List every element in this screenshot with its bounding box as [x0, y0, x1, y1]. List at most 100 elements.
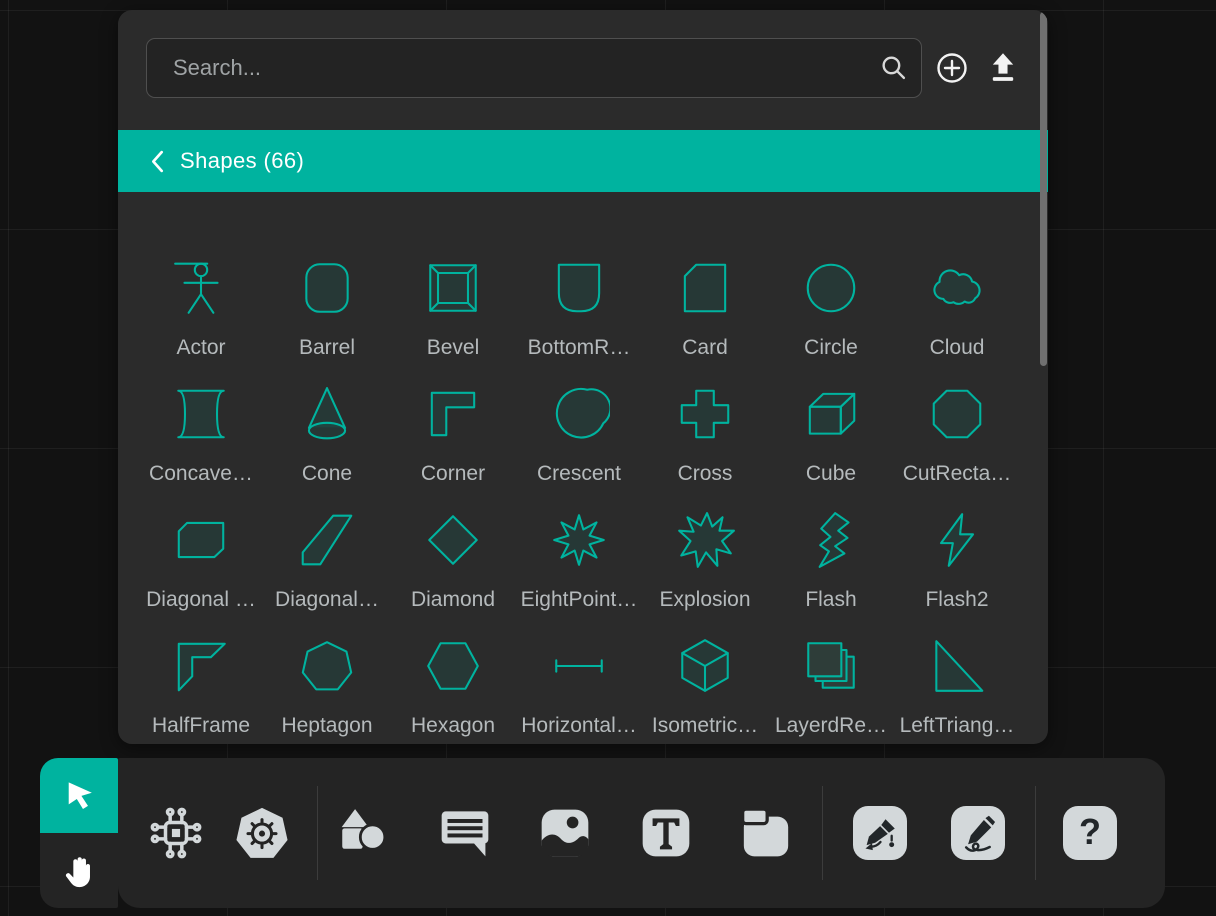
toolbar-separator: [822, 786, 823, 880]
crescent-shape-icon: [548, 378, 610, 450]
shape-label: Card: [682, 336, 728, 360]
shape-item-hexagon[interactable]: Hexagon: [390, 630, 516, 744]
shape-label: Barrel: [299, 336, 355, 360]
card-shape-icon: [674, 252, 736, 324]
pan-tool-button[interactable]: [40, 833, 118, 908]
text-tool-button[interactable]: [638, 805, 694, 861]
library-header: Shapes (66): [118, 130, 1048, 192]
shape-item-actor[interactable]: Actor: [138, 252, 264, 378]
shape-label: HalfFrame: [152, 714, 250, 738]
half-frame-shape-icon: [170, 630, 232, 702]
hexagon-shape-icon: [422, 630, 484, 702]
shape-item-diagonal-rounded-rectangle[interactable]: Diagonal …: [138, 504, 264, 630]
shape-item-cube[interactable]: Cube: [768, 378, 894, 504]
horizontal-line-shape-icon: [548, 630, 610, 702]
image-icon: [537, 805, 593, 861]
shape-label: Bevel: [427, 336, 480, 360]
shape-item-cone[interactable]: Cone: [264, 378, 390, 504]
bottom-rounded-rectangle-shape-icon: [548, 252, 610, 324]
flash2-shape-icon: [926, 504, 988, 576]
shape-label: Diagonal…: [275, 588, 379, 612]
concave-rectangle-shape-icon: [170, 378, 232, 450]
shape-item-corner[interactable]: Corner: [390, 378, 516, 504]
shape-item-eight-pointed-star[interactable]: EightPoint…: [516, 504, 642, 630]
edge-pen-tool-button[interactable]: [853, 806, 907, 860]
select-tool-button[interactable]: [40, 758, 118, 833]
shape-item-card[interactable]: Card: [642, 252, 768, 378]
shape-label: LayerdRe…: [775, 714, 887, 738]
toolbar-separator: [1035, 786, 1036, 880]
shape-item-crescent[interactable]: Crescent: [516, 378, 642, 504]
shape-item-diamond[interactable]: Diamond: [390, 504, 516, 630]
shape-item-bevel[interactable]: Bevel: [390, 252, 516, 378]
shapes-library-tool-button[interactable]: [337, 805, 393, 861]
shape-label: Cone: [302, 462, 352, 486]
back-button[interactable]: [148, 147, 167, 176]
chevron-left-icon: [150, 149, 165, 174]
shape-label: LeftTriang…: [900, 714, 1015, 738]
left-triangle-shape-icon: [926, 630, 988, 702]
search-bar: [146, 38, 922, 98]
shape-label: Horizontal…: [521, 714, 637, 738]
sketch-tool-button[interactable]: [951, 806, 1005, 860]
canvas[interactable]: { "colors": { "accent": "#00B39F", "canv…: [0, 0, 1216, 916]
image-tool-button[interactable]: [537, 805, 593, 861]
components-tool-button[interactable]: [148, 805, 204, 861]
circuit-icon: [148, 805, 204, 861]
shape-item-explosion[interactable]: Explosion: [642, 504, 768, 630]
shape-item-heptagon[interactable]: Heptagon: [264, 630, 390, 744]
library-title: Shapes (66): [180, 148, 304, 174]
shape-label: CutRecta…: [903, 462, 1012, 486]
shape-label: Concave…: [149, 462, 253, 486]
shape-item-cross[interactable]: Cross: [642, 378, 768, 504]
shape-item-circle[interactable]: Circle: [768, 252, 894, 378]
kubernetes-icon: [234, 805, 290, 861]
shape-item-cut-rectangle[interactable]: CutRecta…: [894, 378, 1020, 504]
scrollbar-thumb[interactable]: [1040, 12, 1047, 366]
toolbar-separator: [317, 786, 318, 880]
shape-item-cloud[interactable]: Cloud: [894, 252, 1020, 378]
layered-rectangles-shape-icon: [800, 630, 862, 702]
shape-item-horizontal-line[interactable]: Horizontal…: [516, 630, 642, 744]
shape-item-flash[interactable]: Flash: [768, 504, 894, 630]
plus-circle-icon: [932, 48, 972, 88]
comment-tool-button[interactable]: [437, 805, 493, 861]
diagonal-stripe-shape-icon: [296, 504, 358, 576]
shape-label: Cube: [806, 462, 856, 486]
shape-label: BottomR…: [528, 336, 631, 360]
upload-icon: [986, 51, 1020, 85]
main-toolbar: ?: [118, 758, 1165, 908]
help-tool-button[interactable]: ?: [1063, 806, 1117, 860]
kubernetes-tool-button[interactable]: [234, 805, 290, 861]
shape-item-flash2[interactable]: Flash2: [894, 504, 1020, 630]
shape-label: Circle: [804, 336, 858, 360]
shape-item-layered-rectangles[interactable]: LayerdRe…: [768, 630, 894, 744]
shape-item-diagonal-stripe[interactable]: Diagonal…: [264, 504, 390, 630]
shape-library-panel: Shapes (66) Actor Barrel Bevel BottomR… Card…: [118, 10, 1048, 744]
shape-label: Heptagon: [281, 714, 372, 738]
search-input[interactable]: [146, 38, 922, 98]
explosion-shape-icon: [674, 504, 736, 576]
question-icon: ?: [1079, 814, 1101, 850]
magnifier-icon: [880, 54, 907, 81]
pen-arrow-icon: [862, 815, 899, 852]
shape-item-concave-rectangle[interactable]: Concave…: [138, 378, 264, 504]
container-tool-button[interactable]: [738, 805, 794, 861]
shape-label: Flash: [805, 588, 856, 612]
import-button[interactable]: [986, 51, 1020, 85]
shape-label: Cross: [678, 462, 733, 486]
add-shape-button[interactable]: [932, 48, 972, 88]
shape-item-isometric-cube[interactable]: Isometric…: [642, 630, 768, 744]
shape-label: Actor: [176, 336, 225, 360]
isometric-cube-shape-icon: [674, 630, 736, 702]
shape-label: Flash2: [925, 588, 988, 612]
diamond-shape-icon: [422, 504, 484, 576]
shape-item-left-triangle[interactable]: LeftTriang…: [894, 630, 1020, 744]
cursor-icon: [61, 777, 98, 814]
comment-icon: [437, 805, 493, 861]
shape-item-half-frame[interactable]: HalfFrame: [138, 630, 264, 744]
barrel-shape-icon: [296, 252, 358, 324]
shape-item-barrel[interactable]: Barrel: [264, 252, 390, 378]
shape-item-bottom-rounded-rectangle[interactable]: BottomR…: [516, 252, 642, 378]
circle-shape-icon: [800, 252, 862, 324]
